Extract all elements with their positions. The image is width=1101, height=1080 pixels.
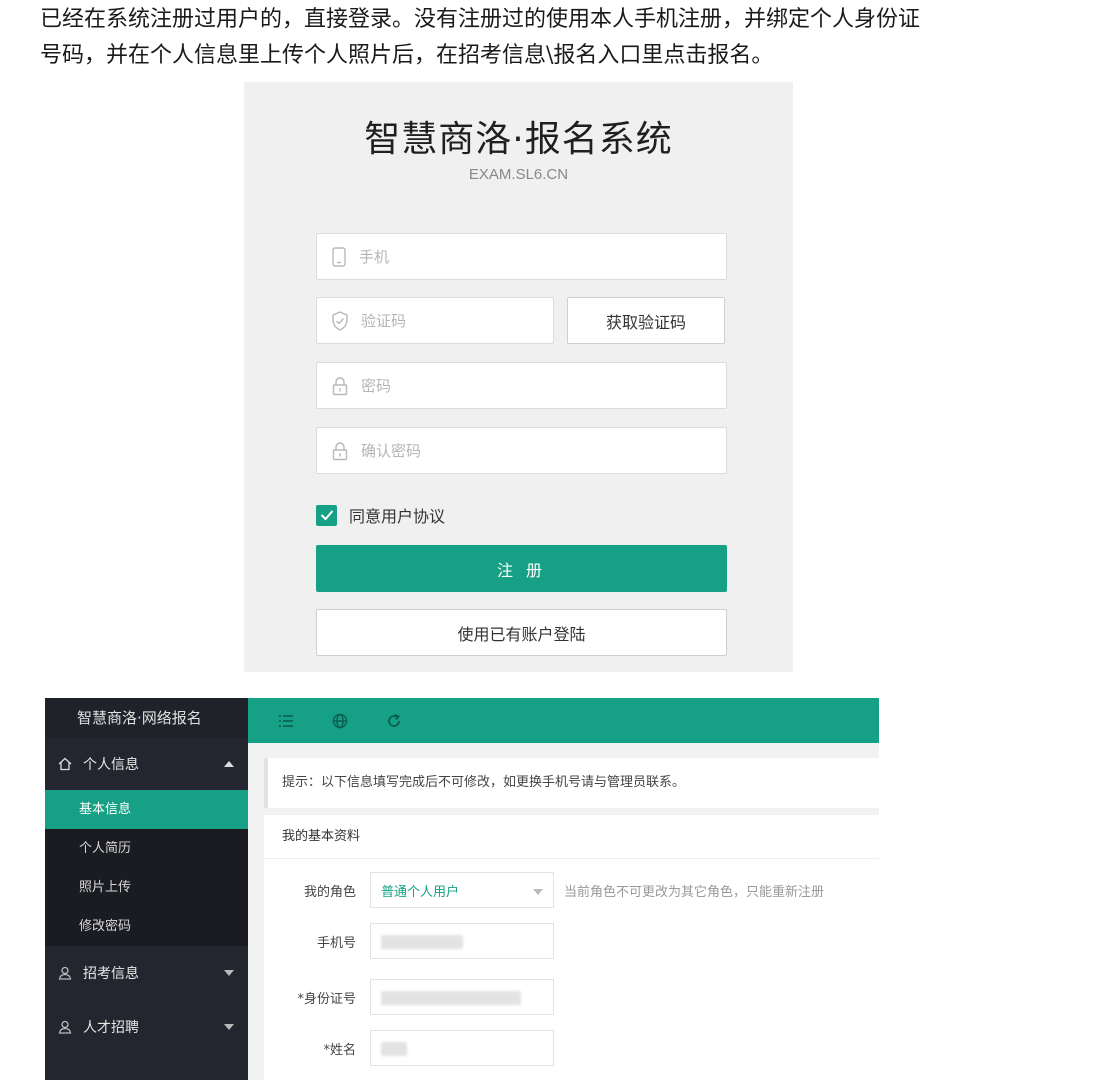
lock-icon xyxy=(332,376,348,395)
user-icon xyxy=(57,1019,73,1035)
shield-check-icon xyxy=(332,310,348,331)
agree-label: 同意用户协议 xyxy=(349,507,446,526)
main-content: 提示：以下信息填写完成后不可修改，如更换手机号请与管理员联系。 我的基本资料 我… xyxy=(248,743,879,1080)
code-input[interactable] xyxy=(361,311,541,330)
sidebar-group-exam[interactable]: 招考信息 xyxy=(45,946,248,1000)
phone-field[interactable] xyxy=(316,233,727,280)
blurred-value xyxy=(381,991,521,1005)
instruction-text: 已经在系统注册过用户的，直接登录。没有注册过的使用本人手机注册，并绑定个人身份证… xyxy=(40,2,1080,74)
agree-checkbox[interactable] xyxy=(316,504,337,526)
card-title: 我的基本资料 xyxy=(264,815,879,859)
globe-icon[interactable] xyxy=(330,711,350,731)
refresh-icon[interactable] xyxy=(384,711,404,731)
blurred-value xyxy=(381,1042,407,1056)
chevron-down-icon xyxy=(224,1024,234,1030)
phone-icon xyxy=(332,246,346,267)
sidebar-group-exam-label: 招考信息 xyxy=(83,966,139,982)
role-hint: 当前角色不可更改为其它角色，只能重新注册 xyxy=(564,884,825,900)
code-field[interactable] xyxy=(316,297,554,344)
sidebar-submenu: 基本信息 个人简历 照片上传 修改密码 xyxy=(45,790,248,946)
chevron-down-icon xyxy=(224,970,234,976)
login-existing-button[interactable]: 使用已有账户登陆 xyxy=(316,609,727,656)
phone-label: 手机号 xyxy=(316,935,356,951)
get-code-button[interactable]: 获取验证码 xyxy=(567,297,725,344)
sidebar-group-personal[interactable]: 个人信息 xyxy=(45,738,248,790)
register-title: 智慧商洛·报名系统 xyxy=(364,119,673,160)
confirm-password-input[interactable] xyxy=(361,441,661,460)
id-number-field[interactable] xyxy=(370,979,554,1015)
sidebar-item-basic-info[interactable]: 基本信息 xyxy=(45,790,248,829)
role-select[interactable]: 普通个人用户 xyxy=(370,872,554,908)
top-bar xyxy=(248,698,879,743)
home-icon xyxy=(57,756,73,772)
sidebar-group-personal-label: 个人信息 xyxy=(83,757,139,773)
sidebar-item-resume[interactable]: 个人简历 xyxy=(45,829,248,868)
id-row: *身份证号 xyxy=(264,979,554,1015)
caret-down-icon xyxy=(533,889,543,895)
role-value: 普通个人用户 xyxy=(381,884,460,900)
instruction-line-2: 号码，并在个人信息里上传个人照片后，在招考信息\报名入口里点击报名。 xyxy=(40,43,774,68)
chevron-up-icon xyxy=(224,761,234,767)
confirm-password-field[interactable] xyxy=(316,427,727,474)
phone-input[interactable] xyxy=(359,247,659,266)
sidebar-logo: 智慧商洛·网络报名 xyxy=(45,698,248,738)
name-row: *姓名 xyxy=(264,1030,554,1066)
profile-card: 我的基本资料 我的角色 普通个人用户 当前角色不可更改为其它角色，只能重新注册 … xyxy=(264,815,879,1080)
register-panel: 智慧商洛·报名系统 EXAM.SL6.CN 获取验证码 xyxy=(244,82,793,672)
tip-banner: 提示：以下信息填写完成后不可修改，如更换手机号请与管理员联系。 xyxy=(264,758,879,808)
sidebar-group-talent[interactable]: 人才招聘 xyxy=(45,1000,248,1054)
lock-icon xyxy=(332,441,348,460)
menu-icon[interactable] xyxy=(276,711,296,731)
instruction-line-1: 已经在系统注册过用户的，直接登录。没有注册过的使用本人手机注册，并绑定个人身份证 xyxy=(40,7,921,32)
name-label: *姓名 xyxy=(323,1042,356,1058)
role-row: 我的角色 普通个人用户 当前角色不可更改为其它角色，只能重新注册 xyxy=(264,872,824,908)
admin-screenshot: 智慧商洛·网络报名 个人信息 基本信息 个人简历 照片上传 修改密码 招考信息 xyxy=(45,698,879,1080)
register-button[interactable]: 注 册 xyxy=(316,545,727,592)
phone-number-field[interactable] xyxy=(370,923,554,959)
sidebar: 智慧商洛·网络报名 个人信息 基本信息 个人简历 照片上传 修改密码 招考信息 xyxy=(45,698,248,1080)
name-field[interactable] xyxy=(370,1030,554,1066)
checkmark-icon xyxy=(320,510,333,521)
register-subtitle: EXAM.SL6.CN xyxy=(468,166,569,183)
sidebar-item-photo-upload[interactable]: 照片上传 xyxy=(45,868,248,907)
password-field[interactable] xyxy=(316,362,727,409)
phone-row: 手机号 xyxy=(264,923,554,959)
user-icon xyxy=(57,965,73,981)
blurred-value xyxy=(381,935,463,949)
sidebar-group-talent-label: 人才招聘 xyxy=(83,1020,139,1036)
sidebar-item-change-password[interactable]: 修改密码 xyxy=(45,907,248,946)
role-label: 我的角色 xyxy=(303,884,356,900)
id-label: *身份证号 xyxy=(297,991,356,1007)
password-input[interactable] xyxy=(361,376,661,395)
agree-checkbox-row[interactable]: 同意用户协议 xyxy=(316,503,445,527)
